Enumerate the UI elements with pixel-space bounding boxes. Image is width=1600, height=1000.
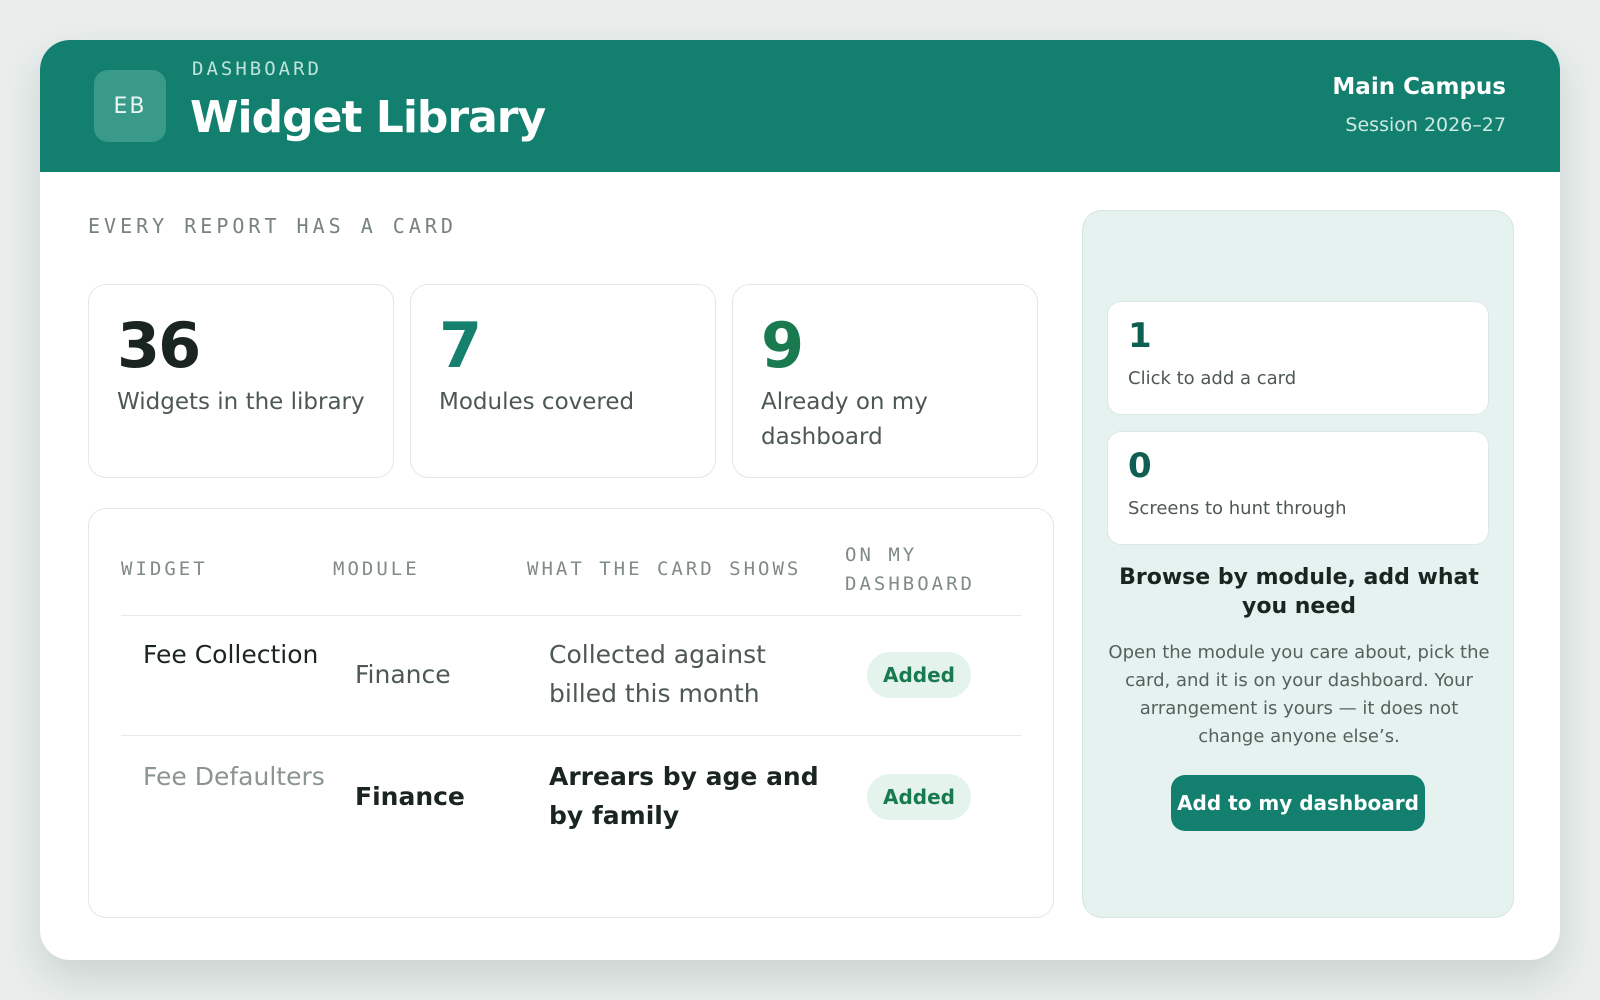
mini-stat-card: 1 Click to add a card (1107, 301, 1489, 415)
status-badge[interactable]: Added (867, 652, 971, 698)
mini-stat-card: 0 Screens to hunt through (1107, 431, 1489, 545)
divider (121, 735, 1021, 736)
stat-value: 7 (439, 309, 482, 382)
add-to-dashboard-button[interactable]: Add to my dashboard (1171, 775, 1425, 831)
app-window: EB DASHBOARD Widget Library Main Campus … (40, 40, 1560, 960)
avatar[interactable]: EB (94, 70, 166, 142)
side-panel: 1 Click to add a card 0 Screens to hunt … (1082, 210, 1514, 918)
side-panel-description: Open the module you care about, pick the… (1108, 642, 1490, 747)
stat-label: Already on my dashboard (761, 389, 928, 450)
stat-label: Modules covered (439, 389, 635, 415)
stat-value: 9 (761, 309, 804, 382)
session-label: Session 2026–27 (1345, 114, 1506, 136)
mini-stat-label: Screens to hunt through (1128, 498, 1347, 519)
mini-stat-label: Click to add a card (1128, 368, 1297, 389)
column-header-on-dashboard: ON MY DASHBOARD (845, 544, 975, 595)
mini-stat-value: 1 (1128, 316, 1152, 356)
side-panel-heading: Browse by module, add what you need (1119, 565, 1479, 619)
stat-card-on-dashboard: 9 Already on my dashboard (732, 284, 1038, 478)
section-label: EVERY REPORT HAS A CARD (88, 214, 457, 238)
page-title: Widget Library (190, 92, 546, 143)
row-description: Arrears by age and by family (549, 762, 819, 830)
row-widget-name[interactable]: Fee Collection (143, 635, 333, 674)
header-bar: EB DASHBOARD Widget Library Main Campus … (40, 40, 1560, 172)
breadcrumb: DASHBOARD (192, 58, 322, 80)
row-module: Finance (355, 782, 465, 811)
mini-stat-value: 0 (1128, 446, 1152, 486)
row-widget-name[interactable]: Fee Defaulters (143, 757, 333, 796)
stat-card-modules: 7 Modules covered (410, 284, 716, 478)
column-header-widget: WIDGET (121, 558, 208, 580)
stat-label: Widgets in the library (117, 389, 365, 415)
campus-name: Main Campus (1332, 74, 1506, 100)
row-description: Collected against billed this month (549, 640, 766, 708)
row-module: Finance (355, 660, 451, 689)
status-badge[interactable]: Added (867, 774, 971, 820)
stat-card-widgets: 36 Widgets in the library (88, 284, 394, 478)
widget-table: WIDGET MODULE WHAT THE CARD SHOWS ON MY … (88, 508, 1054, 918)
column-header-module: MODULE (333, 558, 420, 580)
column-header-shows: WHAT THE CARD SHOWS (527, 558, 802, 580)
divider (121, 615, 1021, 616)
stat-value: 36 (117, 309, 201, 382)
